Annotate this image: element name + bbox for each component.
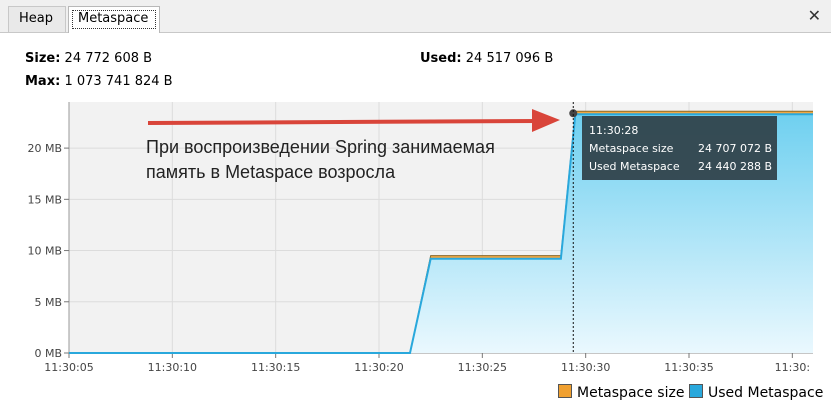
annotation-line-2: память в Metaspace возросла (146, 162, 396, 182)
x-tick-label: 11:30:05 (44, 361, 93, 374)
tooltip-row-label: Used Metaspace (589, 160, 680, 173)
legend-used-metaspace: Used Metaspace (689, 384, 823, 402)
tooltip: 11:30:28 Metaspace size 24 707 072 B Use… (582, 116, 777, 180)
tooltip-row-value: 24 440 288 B (698, 160, 772, 173)
x-tick-label: 11:30:30 (561, 361, 610, 374)
tooltip-row-label: Metaspace size (589, 142, 674, 155)
x-tick-label: 11:30:20 (354, 361, 403, 374)
tooltip-row-value: 24 707 072 B (698, 142, 772, 155)
y-tick-label: 15 MB (27, 193, 62, 206)
metaspace-chart: 0 MB 5 MB 10 MB 15 MB 20 MB 11:30:05 11:30:10… (27, 102, 813, 374)
x-tick-label: 11:30:15 (251, 361, 300, 374)
legend-swatch (558, 384, 572, 398)
x-tick-label: 11:30:10 (148, 361, 197, 374)
annotation-line-1: При воспроизведении Spring занимаемая (146, 137, 495, 157)
legend-metaspace-size: Metaspace size (558, 384, 684, 402)
annotation-arrow-shaft (147, 119, 541, 125)
y-tick-label: 10 MB (27, 245, 62, 258)
y-tick-label: 5 MB (34, 296, 62, 309)
legend-swatch (689, 384, 703, 398)
x-tick-label: 11:30: (775, 361, 810, 374)
tooltip-time: 11:30:28 (589, 124, 638, 137)
legend-label: Metaspace size (577, 385, 685, 401)
x-tick-label: 11:30:35 (664, 361, 713, 374)
y-tick-label: 0 MB (34, 347, 62, 360)
x-tick-label: 11:30:25 (458, 361, 507, 374)
legend-label: Used Metaspace (708, 385, 824, 401)
y-tick-label: 20 MB (27, 142, 62, 155)
